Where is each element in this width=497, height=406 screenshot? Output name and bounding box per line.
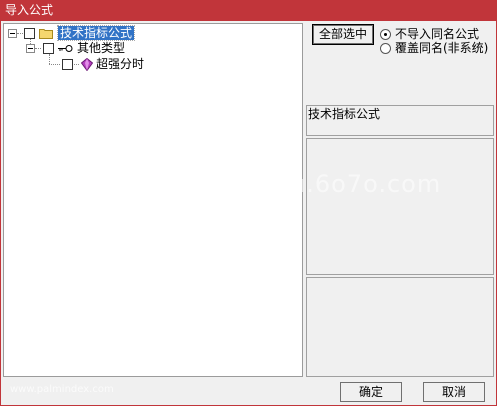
- window-title: 导入公式: [5, 3, 54, 17]
- child-checkbox[interactable]: [43, 43, 54, 54]
- tree-connector: [35, 48, 41, 49]
- radio-skip-duplicates[interactable]: 不导入同名公式: [380, 27, 495, 41]
- tree-item-leaf-label[interactable]: 超强分时: [96, 57, 144, 71]
- category-info-panel: 技术指标公式: [306, 105, 494, 136]
- formula-tree[interactable]: 技术指标公式 其他类型 超强分时: [3, 23, 303, 377]
- tree-connector: [74, 64, 79, 65]
- cancel-button[interactable]: 取消: [423, 382, 485, 402]
- tree-item-root-label[interactable]: 技术指标公式: [56, 25, 136, 41]
- title-bar[interactable]: 导入公式: [0, 0, 497, 21]
- collapse-icon[interactable]: [8, 29, 17, 38]
- tree-connector: [17, 33, 23, 34]
- radio-overwrite-indicator[interactable]: [380, 43, 391, 54]
- collapse-icon[interactable]: [26, 44, 35, 53]
- tree-item-child-label[interactable]: 其他类型: [77, 41, 125, 55]
- tree-connector: [49, 54, 50, 64]
- detail-panel: [306, 277, 494, 377]
- key-icon: [58, 45, 73, 52]
- radio-skip-label: 不导入同名公式: [395, 27, 480, 41]
- description-panel: [306, 138, 494, 275]
- formula-gem-icon: [81, 58, 93, 71]
- radio-skip-indicator[interactable]: [380, 29, 391, 40]
- folder-icon: [39, 29, 53, 39]
- leaf-checkbox[interactable]: [62, 59, 73, 70]
- ok-button[interactable]: 确定: [340, 382, 402, 402]
- watermark-site: www.palmindex.com: [10, 384, 114, 395]
- watermark: u.6o7o.com: [290, 170, 442, 198]
- radio-overwrite-duplicates[interactable]: 覆盖同名(非系统): [380, 41, 495, 55]
- tree-connector: [49, 64, 60, 65]
- category-info-text: 技术指标公式: [308, 107, 381, 121]
- select-all-button[interactable]: 全部选中: [312, 24, 374, 45]
- root-checkbox[interactable]: [24, 28, 35, 39]
- radio-overwrite-label: 覆盖同名(非系统): [395, 41, 489, 55]
